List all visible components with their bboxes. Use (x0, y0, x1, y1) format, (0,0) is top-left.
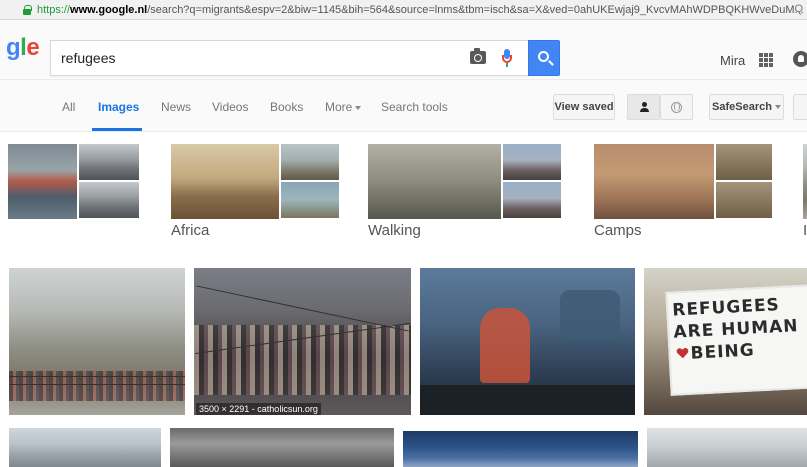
related-thumbnail (594, 144, 714, 219)
related-thumbnail (79, 144, 139, 180)
chevron-down-icon (355, 105, 362, 110)
hide-personal-results-button[interactable] (660, 94, 693, 120)
image-result[interactable] (647, 428, 807, 467)
result-image (647, 428, 807, 467)
image-result[interactable] (170, 428, 394, 467)
result-image (403, 431, 638, 467)
result-image (9, 268, 185, 415)
result-image (9, 428, 161, 467)
result-image (420, 268, 635, 415)
search-icon (538, 51, 549, 62)
image-caption: 3500 × 2291 - catholicsun.org (196, 403, 321, 415)
camera-icon[interactable] (470, 48, 486, 64)
related-thumbnail (716, 182, 772, 218)
related-thumbnail (79, 182, 139, 218)
related-chip[interactable] (8, 144, 139, 219)
active-tab-indicator (92, 128, 142, 131)
search-query[interactable]: refugees (51, 50, 528, 66)
related-chip-africa[interactable] (171, 144, 339, 219)
result-image: REFUGEES ARE HUMAN BEING (644, 268, 807, 415)
chevron-down-icon (774, 105, 781, 109)
safesearch-button[interactable]: SafeSearch (709, 94, 784, 120)
image-result[interactable] (9, 428, 161, 467)
search-tabs: All Images News Videos Books More Search… (0, 80, 807, 132)
related-label-walking[interactable]: Walking (368, 222, 421, 239)
browser-page: https://www.google.nl/search?q=migrants&… (0, 0, 807, 467)
related-chip-camps[interactable] (594, 144, 772, 219)
tab-videos[interactable]: Videos (212, 100, 248, 114)
related-thumbnail (281, 182, 339, 218)
logo-letter-e: e (26, 34, 40, 61)
tab-books[interactable]: Books (270, 100, 303, 114)
tab-images[interactable]: Images (98, 100, 139, 114)
google-logo[interactable]: gle (6, 34, 40, 62)
search-input[interactable]: refugees (50, 40, 528, 76)
related-label-partial[interactable]: I (803, 222, 807, 239)
tab-all[interactable]: All (62, 100, 75, 114)
related-chip-walking[interactable] (368, 144, 561, 219)
personal-results-button[interactable] (627, 94, 660, 120)
url-host: www.google.nl (70, 3, 148, 16)
safesearch-label: SafeSearch (712, 101, 772, 113)
related-thumbnail (171, 144, 279, 219)
tab-more-label: More (325, 100, 353, 114)
image-result[interactable] (420, 268, 635, 415)
heart-icon (676, 348, 689, 360)
globe-icon (671, 101, 682, 113)
image-result[interactable] (403, 431, 638, 467)
result-image (170, 428, 394, 467)
related-thumbnail (368, 144, 501, 219)
search-button[interactable] (528, 40, 560, 76)
related-thumbnail (803, 144, 807, 219)
related-thumbnail (8, 144, 77, 219)
apps-grid-icon[interactable] (759, 53, 773, 67)
result-image (194, 268, 411, 415)
image-result[interactable]: REFUGEES ARE HUMAN BEING (644, 268, 807, 415)
user-name[interactable]: Mira (720, 53, 745, 68)
view-saved-label: View saved (554, 101, 614, 113)
related-label-africa[interactable]: Africa (171, 222, 209, 239)
search-header: gle refugees Mira (0, 20, 807, 80)
image-result[interactable]: 3500 × 2291 - catholicsun.org (194, 268, 411, 415)
related-thumbnail (503, 182, 561, 218)
related-thumbnail (281, 144, 339, 180)
url-scheme: https:// (37, 3, 71, 16)
tab-more[interactable]: More (325, 100, 362, 114)
protest-sign: REFUGEES ARE HUMAN BEING (665, 284, 807, 396)
notifications-icon[interactable] (793, 51, 807, 67)
related-thumbnail (716, 144, 772, 180)
settings-button[interactable] (793, 94, 807, 120)
lock-icon (22, 4, 32, 15)
related-thumbnail (503, 144, 561, 180)
zoom-icon[interactable]: Q (794, 3, 803, 15)
related-chip-partial[interactable] (803, 144, 807, 219)
logo-letter-g: g (6, 34, 21, 61)
person-icon (639, 102, 649, 112)
tab-search-tools[interactable]: Search tools (381, 100, 448, 114)
url-path: /search?q=migrants&espv=2&biw=1145&bih=5… (147, 3, 804, 16)
microphone-icon[interactable] (502, 49, 512, 69)
sign-line-3-text: BEING (690, 340, 756, 364)
related-label-camps[interactable]: Camps (594, 222, 642, 239)
address-bar[interactable]: https://www.google.nl/search?q=migrants&… (0, 0, 807, 20)
tab-news[interactable]: News (161, 100, 191, 114)
image-result[interactable] (9, 268, 185, 415)
view-saved-button[interactable]: View saved (553, 94, 615, 120)
